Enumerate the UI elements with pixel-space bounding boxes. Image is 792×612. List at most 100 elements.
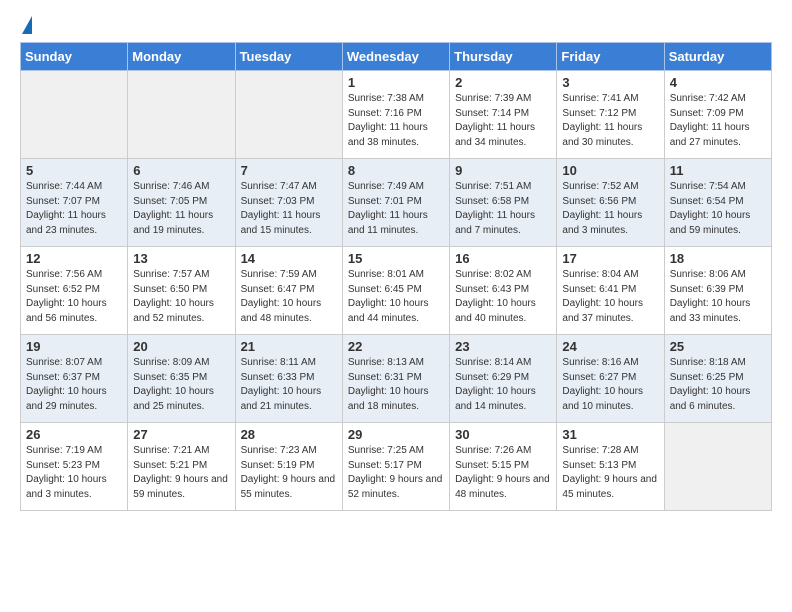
- calendar-cell: 7Sunrise: 7:47 AMSunset: 7:03 PMDaylight…: [235, 159, 342, 247]
- day-number: 15: [348, 251, 444, 266]
- calendar-cell: 20Sunrise: 8:09 AMSunset: 6:35 PMDayligh…: [128, 335, 235, 423]
- day-info: Sunrise: 8:14 AMSunset: 6:29 PMDaylight:…: [455, 356, 551, 414]
- day-info: Sunrise: 8:13 AMSunset: 6:31 PMDaylight:…: [348, 356, 444, 414]
- calendar-table: SundayMondayTuesdayWednesdayThursdayFrid…: [20, 42, 772, 511]
- calendar-cell: 3Sunrise: 7:41 AMSunset: 7:12 PMDaylight…: [557, 71, 664, 159]
- day-info: Sunrise: 8:18 AMSunset: 6:25 PMDaylight:…: [670, 356, 766, 414]
- day-number: 28: [241, 427, 337, 442]
- day-number: 19: [26, 339, 122, 354]
- calendar-cell: 12Sunrise: 7:56 AMSunset: 6:52 PMDayligh…: [21, 247, 128, 335]
- calendar-cell: 9 Sunrise: 7:51 AMSunset: 6:58 PMDaylight…: [450, 159, 557, 247]
- calendar-week-row: 5Sunrise: 7:44 AMSunset: 7:07 PMDaylight…: [21, 159, 772, 247]
- calendar-cell: [235, 71, 342, 159]
- day-number: 17: [562, 251, 658, 266]
- day-number: 21: [241, 339, 337, 354]
- weekday-header-monday: Monday: [128, 43, 235, 71]
- day-info: Sunrise: 8:02 AMSunset: 6:43 PMDaylight:…: [455, 268, 551, 326]
- calendar-cell: 2 Sunrise: 7:39 AMSunset: 7:14 PMDaylight…: [450, 71, 557, 159]
- day-number: 5: [26, 163, 122, 178]
- calendar-cell: 31 Sunrise: 7:28 AMSunset: 5:13 PMDayligh…: [557, 423, 664, 511]
- page: SundayMondayTuesdayWednesdayThursdayFrid…: [0, 0, 792, 527]
- calendar-cell: 5Sunrise: 7:44 AMSunset: 7:07 PMDaylight…: [21, 159, 128, 247]
- calendar-cell: 18 Sunrise: 8:06 AMSunset: 6:39 PMDayligh…: [664, 247, 771, 335]
- day-info: Sunrise: 7:21 AMSunset: 5:21 PMDaylight:…: [133, 444, 229, 502]
- calendar-cell: 19 Sunrise: 8:07 AMSunset: 6:37 PMDayligh…: [21, 335, 128, 423]
- day-info: Sunrise: 7:28 AMSunset: 5:13 PMDaylight:…: [562, 444, 658, 502]
- day-number: 13: [133, 251, 229, 266]
- day-info: Sunrise: 7:38 AMSunset: 7:16 PMDaylight:…: [348, 92, 444, 150]
- day-info: Sunrise: 7:41 AMSunset: 7:12 PMDaylight:…: [562, 92, 658, 150]
- day-number: 14: [241, 251, 337, 266]
- day-number: 12: [26, 251, 122, 266]
- day-number: 8: [348, 163, 444, 178]
- calendar-cell: 15 Sunrise: 8:01 AMSunset: 6:45 PMDayligh…: [342, 247, 449, 335]
- calendar-cell: 17 Sunrise: 8:04 AMSunset: 6:41 PMDayligh…: [557, 247, 664, 335]
- day-info: Sunrise: 7:59 AMSunset: 6:47 PMDaylight:…: [241, 268, 337, 326]
- day-number: 29: [348, 427, 444, 442]
- day-number: 11: [670, 163, 766, 178]
- calendar-cell: 30 Sunrise: 7:26 AMSunset: 5:15 PMDayligh…: [450, 423, 557, 511]
- day-number: 10: [562, 163, 658, 178]
- calendar-cell: 16Sunrise: 8:02 AMSunset: 6:43 PMDayligh…: [450, 247, 557, 335]
- day-info: Sunrise: 8:04 AMSunset: 6:41 PMDaylight:…: [562, 268, 658, 326]
- day-info: Sunrise: 8:07 AMSunset: 6:37 PMDaylight:…: [26, 356, 122, 414]
- calendar-cell: 1 Sunrise: 7:38 AMSunset: 7:16 PMDaylight…: [342, 71, 449, 159]
- day-info: Sunrise: 8:16 AMSunset: 6:27 PMDaylight:…: [562, 356, 658, 414]
- day-number: 2: [455, 75, 551, 90]
- calendar-cell: 25 Sunrise: 8:18 AMSunset: 6:25 PMDayligh…: [664, 335, 771, 423]
- calendar-cell: 26 Sunrise: 7:19 AMSunset: 5:23 PMDayligh…: [21, 423, 128, 511]
- calendar-cell: 8Sunrise: 7:49 AMSunset: 7:01 PMDaylight…: [342, 159, 449, 247]
- day-info: Sunrise: 7:19 AMSunset: 5:23 PMDaylight:…: [26, 444, 122, 502]
- logo: [20, 16, 32, 34]
- calendar-cell: 13 Sunrise: 7:57 AMSunset: 6:50 PMDayligh…: [128, 247, 235, 335]
- calendar-cell: 4 Sunrise: 7:42 AMSunset: 7:09 PMDaylight…: [664, 71, 771, 159]
- calendar-cell: 14 Sunrise: 7:59 AMSunset: 6:47 PMDayligh…: [235, 247, 342, 335]
- header: [20, 16, 772, 34]
- day-info: Sunrise: 8:11 AMSunset: 6:33 PMDaylight:…: [241, 356, 337, 414]
- calendar-cell: 24 Sunrise: 8:16 AMSunset: 6:27 PMDayligh…: [557, 335, 664, 423]
- day-number: 30: [455, 427, 551, 442]
- day-number: 26: [26, 427, 122, 442]
- calendar-cell: 22 Sunrise: 8:13 AMSunset: 6:31 PMDayligh…: [342, 335, 449, 423]
- day-number: 1: [348, 75, 444, 90]
- day-info: Sunrise: 7:42 AMSunset: 7:09 PMDaylight:…: [670, 92, 766, 150]
- day-info: Sunrise: 7:46 AMSunset: 7:05 PMDaylight:…: [133, 180, 229, 238]
- weekday-header-tuesday: Tuesday: [235, 43, 342, 71]
- weekday-header-saturday: Saturday: [664, 43, 771, 71]
- day-number: 25: [670, 339, 766, 354]
- calendar-cell: 21 Sunrise: 8:11 AMSunset: 6:33 PMDayligh…: [235, 335, 342, 423]
- day-number: 4: [670, 75, 766, 90]
- weekday-header-friday: Friday: [557, 43, 664, 71]
- day-number: 20: [133, 339, 229, 354]
- day-info: Sunrise: 7:57 AMSunset: 6:50 PMDaylight:…: [133, 268, 229, 326]
- calendar-cell: 23 Sunrise: 8:14 AMSunset: 6:29 PMDayligh…: [450, 335, 557, 423]
- calendar-cell: 11 Sunrise: 7:54 AMSunset: 6:54 PMDayligh…: [664, 159, 771, 247]
- calendar-cell: 29Sunrise: 7:25 AMSunset: 5:17 PMDayligh…: [342, 423, 449, 511]
- calendar-week-row: 26 Sunrise: 7:19 AMSunset: 5:23 PMDayligh…: [21, 423, 772, 511]
- day-number: 9: [455, 163, 551, 178]
- day-info: Sunrise: 8:06 AMSunset: 6:39 PMDaylight:…: [670, 268, 766, 326]
- day-number: 18: [670, 251, 766, 266]
- calendar-week-row: 19 Sunrise: 8:07 AMSunset: 6:37 PMDayligh…: [21, 335, 772, 423]
- calendar-week-row: 12Sunrise: 7:56 AMSunset: 6:52 PMDayligh…: [21, 247, 772, 335]
- calendar-cell: [664, 423, 771, 511]
- day-number: 24: [562, 339, 658, 354]
- weekday-header-sunday: Sunday: [21, 43, 128, 71]
- calendar-cell: 28Sunrise: 7:23 AMSunset: 5:19 PMDayligh…: [235, 423, 342, 511]
- day-number: 6: [133, 163, 229, 178]
- day-info: Sunrise: 8:01 AMSunset: 6:45 PMDaylight:…: [348, 268, 444, 326]
- day-info: Sunrise: 7:51 AMSunset: 6:58 PMDaylight:…: [455, 180, 551, 238]
- day-info: Sunrise: 7:39 AMSunset: 7:14 PMDaylight:…: [455, 92, 551, 150]
- day-number: 7: [241, 163, 337, 178]
- day-info: Sunrise: 7:26 AMSunset: 5:15 PMDaylight:…: [455, 444, 551, 502]
- calendar-cell: [128, 71, 235, 159]
- day-number: 22: [348, 339, 444, 354]
- day-number: 31: [562, 427, 658, 442]
- day-number: 23: [455, 339, 551, 354]
- day-number: 27: [133, 427, 229, 442]
- day-info: Sunrise: 7:52 AMSunset: 6:56 PMDaylight:…: [562, 180, 658, 238]
- day-info: Sunrise: 7:54 AMSunset: 6:54 PMDaylight:…: [670, 180, 766, 238]
- calendar-cell: [21, 71, 128, 159]
- calendar-cell: 27 Sunrise: 7:21 AMSunset: 5:21 PMDayligh…: [128, 423, 235, 511]
- calendar-cell: 6 Sunrise: 7:46 AMSunset: 7:05 PMDaylight…: [128, 159, 235, 247]
